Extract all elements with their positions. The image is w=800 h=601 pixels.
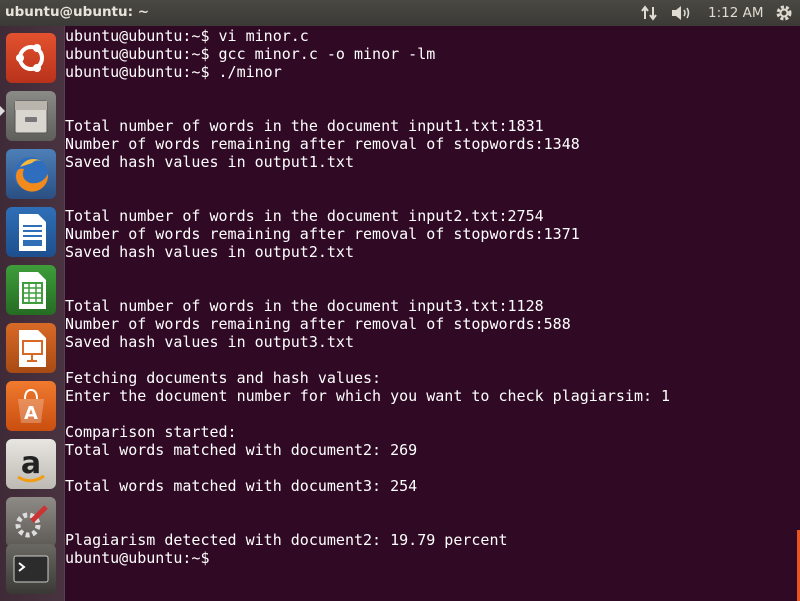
launcher: A a	[0, 26, 65, 601]
launcher-running-indicator	[0, 106, 5, 116]
files-icon[interactable]	[6, 91, 56, 141]
top-panel: ubuntu@ubuntu: ~ 1:12 AM	[0, 0, 800, 26]
terminal-line: ubuntu@ubuntu:~$ vi minor.c	[65, 27, 309, 45]
svg-text:a: a	[21, 446, 41, 481]
terminal-line: Saved hash values in output1.txt	[65, 153, 354, 171]
libreoffice-impress-icon[interactable]	[6, 323, 56, 373]
terminal-line: Number of words remaining after removal …	[65, 135, 580, 153]
speaker-volume-icon[interactable]	[670, 3, 694, 23]
terminal-line: Enter the document number for which you …	[65, 387, 671, 405]
terminal-line: Total words matched with document2: 269	[65, 441, 418, 459]
terminal-line: Total number of words in the document in…	[65, 117, 544, 135]
clock[interactable]: 1:12 AM	[708, 3, 764, 23]
terminal-line: Number of words remaining after removal …	[65, 315, 571, 333]
terminal-line: Saved hash values in output3.txt	[65, 333, 354, 351]
terminal-line: Saved hash values in output2.txt	[65, 243, 354, 261]
amazon-icon[interactable]: a	[6, 439, 56, 489]
terminal-line: Total number of words in the document in…	[65, 297, 544, 315]
network-updown-icon[interactable]	[640, 3, 660, 23]
terminal-window[interactable]: ubuntu@ubuntu:~$ vi minor.c ubuntu@ubuntu…	[65, 26, 800, 601]
terminal-line: Plagiarism detected with document2: 19.7…	[65, 531, 508, 549]
terminal-line: Total number of words in the document in…	[65, 207, 544, 225]
terminal-line: ubuntu@ubuntu:~$	[65, 549, 219, 567]
terminal-line: ubuntu@ubuntu:~$ gcc minor.c -o minor -l…	[65, 45, 436, 63]
window-title: ubuntu@ubuntu: ~	[5, 4, 150, 20]
svg-text:A: A	[24, 403, 38, 424]
terminal-line: Comparison started:	[65, 423, 237, 441]
terminal-line: Number of words remaining after removal …	[65, 225, 580, 243]
dash-home-icon[interactable]	[6, 33, 56, 83]
firefox-icon[interactable]	[6, 149, 56, 199]
system-settings-icon[interactable]	[6, 497, 56, 547]
terminal-line: Total words matched with document3: 254	[65, 477, 418, 495]
libreoffice-writer-icon[interactable]	[6, 207, 56, 257]
terminal-line: ubuntu@ubuntu:~$ ./minor	[65, 63, 282, 81]
terminal-line: Fetching documents and hash values:	[65, 369, 382, 387]
libreoffice-calc-icon[interactable]	[6, 265, 56, 315]
gear-icon[interactable]	[774, 3, 794, 23]
terminal-output[interactable]: ubuntu@ubuntu:~$ vi minor.c ubuntu@ubuntu…	[65, 27, 670, 567]
software-center-icon[interactable]: A	[6, 381, 56, 431]
terminal-icon[interactable]	[6, 544, 56, 594]
